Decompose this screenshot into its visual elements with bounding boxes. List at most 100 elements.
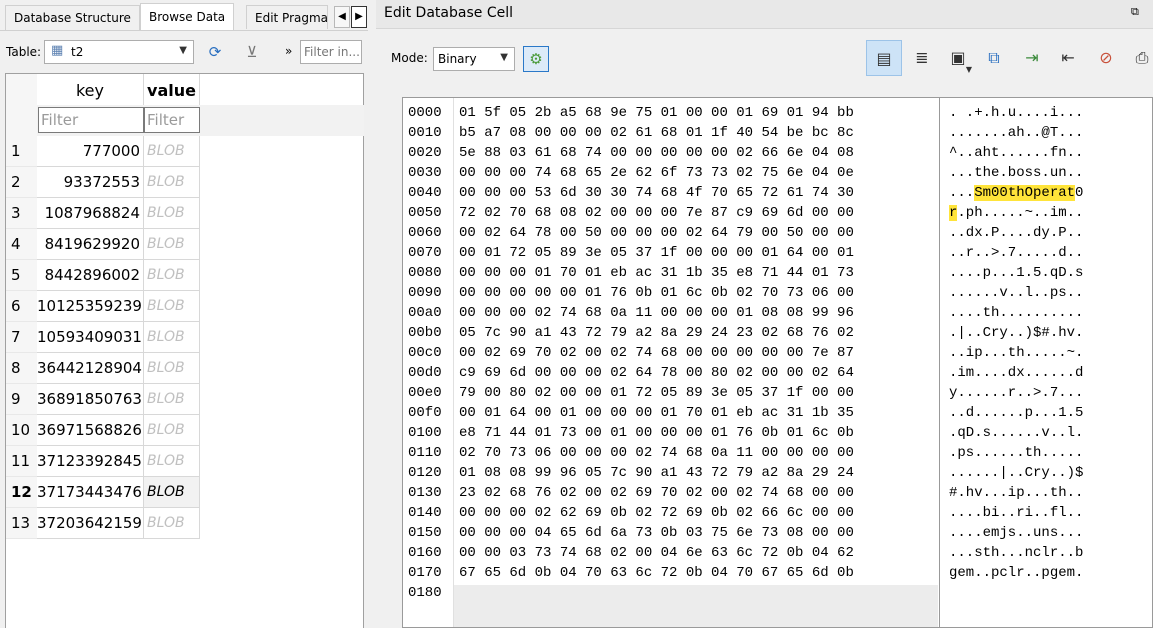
cell-key[interactable]: 93372553 (37, 167, 144, 198)
hex-ascii-row[interactable]: . .+.h.u....i... (949, 103, 1083, 123)
tab-database-structure[interactable]: Database Structure (5, 5, 140, 30)
hex-ascii-row[interactable]: ..r..>.7.....d.. (949, 243, 1083, 263)
copy-icon[interactable]: ⧉ (976, 40, 1012, 76)
row-number[interactable]: 7 (6, 322, 37, 353)
cell-key[interactable]: 37173443476 (37, 477, 144, 508)
hex-bytes-row[interactable]: 23 02 68 76 02 00 02 69 70 02 00 02 74 6… (459, 483, 854, 503)
hex-bytes-row[interactable]: 00 00 00 04 65 6d 6a 73 0b 03 75 6e 73 0… (459, 523, 854, 543)
hex-ascii-row[interactable]: ...sth...nclr..b (949, 543, 1083, 563)
mode-select[interactable]: Binary ▼ (433, 47, 515, 71)
hex-ascii-row[interactable]: r.ph.....~..im.. (949, 203, 1083, 223)
table-select[interactable]: ▦ t2 ▼ (44, 40, 194, 64)
row-number[interactable]: 2 (6, 167, 37, 198)
row-number[interactable]: 9 (6, 384, 37, 415)
hex-bytes-row[interactable]: 01 08 08 99 96 05 7c 90 a1 43 72 79 a2 8… (459, 463, 854, 483)
cell-key[interactable]: 37203642159 (37, 508, 144, 539)
hex-ascii-row[interactable]: .qD.s......v..l. (949, 423, 1083, 443)
hex-ascii-row[interactable]: ..dx.P....dy.P.. (949, 223, 1083, 243)
hex-bytes-row[interactable]: 5e 88 03 61 68 74 00 00 00 00 00 02 66 6… (459, 143, 854, 163)
hex-bytes-row[interactable]: 00 00 00 01 70 01 eb ac 31 1b 35 e8 71 4… (459, 263, 854, 283)
hex-ascii-row[interactable]: gem..pclr..pgem. (949, 563, 1083, 583)
row-number[interactable]: 12 (6, 477, 37, 508)
hex-bytes-row[interactable]: e8 71 44 01 73 00 01 00 00 00 01 76 0b 0… (459, 423, 854, 443)
cell-value[interactable]: BLOB (144, 291, 200, 322)
cell-value[interactable]: BLOB (144, 229, 200, 260)
column-header-key[interactable]: key (37, 74, 144, 105)
hex-bytes-row[interactable]: 00 02 69 70 02 00 02 74 68 00 00 00 00 0… (459, 343, 854, 363)
cell-value[interactable]: BLOB (144, 167, 200, 198)
hex-ascii-row[interactable]: ....p...1.5.qD.s (949, 263, 1083, 283)
save-menu-button[interactable]: ▣ ▼ (940, 40, 976, 76)
row-number[interactable]: 8 (6, 353, 37, 384)
cell-value[interactable]: BLOB (144, 260, 200, 291)
row-number[interactable]: 11 (6, 446, 37, 477)
hex-bytes-row[interactable]: 00 00 00 00 00 01 76 0b 01 6c 0b 02 70 7… (459, 283, 854, 303)
float-icon[interactable]: ⧉ (1131, 6, 1143, 18)
cell-value[interactable]: BLOB (144, 353, 200, 384)
filter-all-input[interactable]: Filter in... (300, 40, 362, 64)
hex-bytes-row[interactable]: 67 65 6d 0b 04 70 63 6c 72 0b 04 70 67 6… (459, 563, 854, 583)
hex-bytes-row[interactable]: 00 00 00 74 68 65 2e 62 6f 73 73 02 75 6… (459, 163, 854, 183)
hex-bytes-row[interactable]: 72 02 70 68 08 02 00 00 00 7e 87 c9 69 6… (459, 203, 854, 223)
cell-value[interactable]: BLOB (144, 477, 200, 508)
cell-key[interactable]: 10125359239 (37, 291, 144, 322)
hex-bytes-row[interactable]: 79 00 80 02 00 00 01 72 05 89 3e 05 37 1… (459, 383, 854, 403)
text-mode-icon[interactable]: ▤ (866, 40, 902, 76)
hex-bytes-row[interactable]: 00 01 64 00 01 00 00 00 01 70 01 eb ac 3… (459, 403, 854, 423)
cell-value[interactable]: BLOB (144, 322, 200, 353)
hex-bytes-row[interactable]: 00 01 72 05 89 3e 05 37 1f 00 00 00 01 6… (459, 243, 854, 263)
refresh-icon[interactable]: ⟳ (203, 40, 227, 64)
row-number[interactable]: 5 (6, 260, 37, 291)
row-number[interactable]: 6 (6, 291, 37, 322)
tab-scroll-left-icon[interactable]: ◀ (334, 6, 350, 28)
filter-key-input[interactable]: Filter (38, 107, 144, 133)
import-icon[interactable]: ⇥ (1014, 40, 1050, 76)
row-number[interactable]: 3 (6, 198, 37, 229)
cell-value[interactable]: BLOB (144, 198, 200, 229)
hex-bytes-row[interactable]: c9 69 6d 00 00 00 02 64 78 00 80 02 00 0… (459, 363, 854, 383)
tab-edit-pragmas[interactable]: Edit Pragmas (246, 5, 328, 29)
hex-bytes-row[interactable]: 00 00 00 02 62 69 0b 02 72 69 0b 02 66 6… (459, 503, 854, 523)
more-icon[interactable]: » (285, 44, 292, 58)
hex-ascii-row[interactable]: ...Sm00thOperat0 (949, 183, 1083, 203)
cell-key[interactable]: 37123392845 (37, 446, 144, 477)
hex-ascii-row[interactable]: .ps......th..... (949, 443, 1083, 463)
set-null-icon[interactable]: ⊘ (1088, 40, 1124, 76)
row-number[interactable]: 4 (6, 229, 37, 260)
filter-value-input[interactable]: Filter (144, 107, 200, 133)
word-wrap-icon[interactable]: ≣ (904, 40, 940, 76)
hex-bytes-row[interactable]: 01 5f 05 2b a5 68 9e 75 01 00 00 01 69 0… (459, 103, 854, 123)
row-number[interactable]: 1 (6, 136, 37, 167)
row-number[interactable]: 10 (6, 415, 37, 446)
cell-key[interactable]: 777000 (37, 136, 144, 167)
hex-bytes-row[interactable]: 05 7c 90 a1 43 72 79 a2 8a 29 24 23 02 6… (459, 323, 854, 343)
cell-value[interactable]: BLOB (144, 384, 200, 415)
hex-bytes-row[interactable]: 00 00 00 02 74 68 0a 11 00 00 00 01 08 0… (459, 303, 854, 323)
hex-ascii-row[interactable]: ^..aht......fn.. (949, 143, 1083, 163)
export-icon[interactable]: ⇤ (1050, 40, 1086, 76)
auto-format-icon[interactable]: ⚙ (523, 46, 549, 72)
cell-key[interactable]: 8419629920 (37, 229, 144, 260)
hex-ascii-row[interactable]: ..d......p...1.5 (949, 403, 1083, 423)
hex-ascii-row[interactable]: ....emjs..uns... (949, 523, 1083, 543)
cell-value[interactable]: BLOB (144, 446, 200, 477)
cell-key[interactable]: 36442128904 (37, 353, 144, 384)
cell-key[interactable]: 36891850763 (37, 384, 144, 415)
cell-value[interactable]: BLOB (144, 415, 200, 446)
hex-ascii-row[interactable]: #.hv...ip...th.. (949, 483, 1083, 503)
hex-ascii-row[interactable]: .......ah..@T... (949, 123, 1083, 143)
column-header-value[interactable]: value (144, 74, 200, 105)
hex-ascii-row[interactable]: ......v..l..ps.. (949, 283, 1083, 303)
tab-scroll-right-icon[interactable]: ▶ (351, 6, 367, 28)
cell-value[interactable]: BLOB (144, 136, 200, 167)
hex-bytes-row[interactable]: b5 a7 08 00 00 00 02 61 68 01 1f 40 54 b… (459, 123, 854, 143)
cell-key[interactable]: 1087968824 (37, 198, 144, 229)
cell-key[interactable]: 10593409031 (37, 322, 144, 353)
cell-key[interactable]: 36971568826 (37, 415, 144, 446)
hex-ascii-area[interactable]: . .+.h.u....i... .......ah..@T... ^..aht..… (939, 98, 1152, 627)
print-icon[interactable]: ⎙ (1124, 40, 1153, 76)
cell-key[interactable]: 8442896002 (37, 260, 144, 291)
tab-browse-data[interactable]: Browse Data (140, 3, 235, 31)
hex-bytes-row[interactable]: 00 00 00 53 6d 30 30 74 68 4f 70 65 72 6… (459, 183, 854, 203)
hex-ascii-row[interactable]: ...the.boss.un.. (949, 163, 1083, 183)
